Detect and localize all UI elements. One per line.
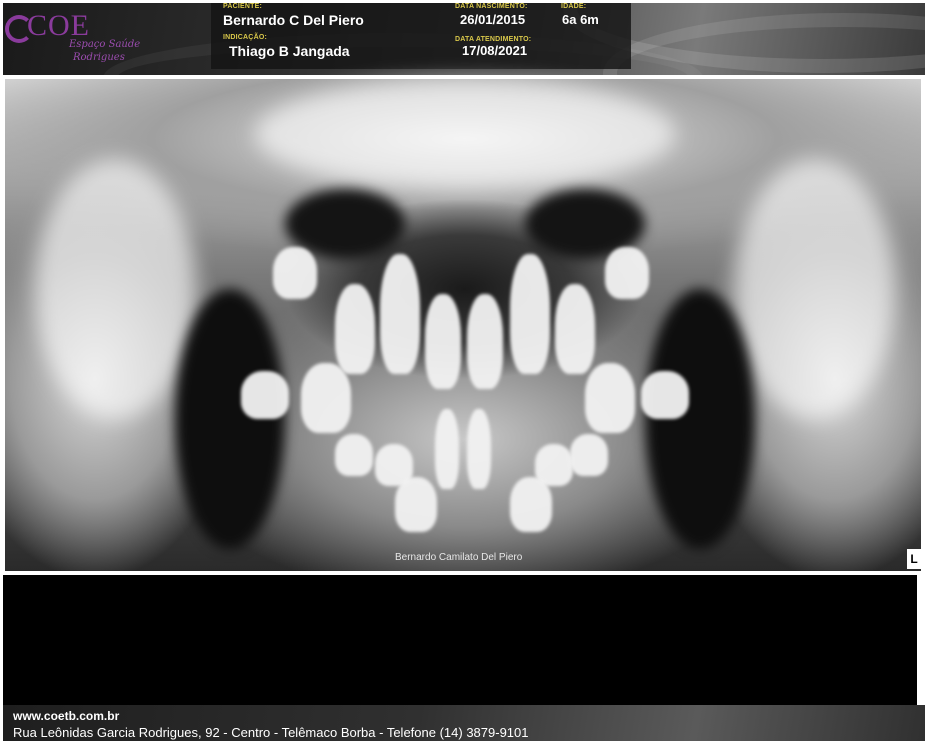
xray-tooth xyxy=(395,477,437,532)
age-label: IDADE: xyxy=(561,3,587,10)
xray-tooth xyxy=(585,363,635,433)
attendance-date: 17/08/2021 xyxy=(462,43,528,58)
clinic-logo: COE Espaço Saúde Rodrigues xyxy=(5,9,155,69)
xray-tooth xyxy=(570,434,608,476)
logo-tagline: Espaço Saúde xyxy=(69,39,141,50)
report-page: COE Espaço Saúde Rodrigues PACIENTE: Ber… xyxy=(0,0,928,741)
xray-tooth xyxy=(641,371,689,419)
logo-tagline-2: Rodrigues xyxy=(73,52,125,63)
xray-condyle-left xyxy=(35,159,195,419)
xray-airway-right xyxy=(645,289,755,549)
xray-tooth xyxy=(241,371,289,419)
xray-maxilla xyxy=(255,79,675,189)
xray-tooth xyxy=(467,294,503,389)
xray-airway-left xyxy=(175,289,285,549)
xray-image: Bernardo Camilato Del Piero L xyxy=(5,79,921,571)
panoramic-xray: Bernardo Camilato Del Piero L xyxy=(3,75,925,575)
birth-date-label: DATA NASCIMENTO: xyxy=(455,3,528,10)
logo-name: COE xyxy=(27,9,90,42)
xray-condyle-right xyxy=(735,159,895,419)
xray-tooth xyxy=(335,434,373,476)
attendance-date-label: DATA ATENDIMENTO: xyxy=(455,36,532,43)
xray-tooth xyxy=(380,254,420,374)
blank-area xyxy=(3,575,917,705)
patient-info-panel: PACIENTE: Bernardo C Del Piero DATA NASC… xyxy=(211,3,631,69)
xray-tooth xyxy=(605,247,649,299)
referral-label: INDICAÇÃO: xyxy=(223,34,267,41)
xray-tooth xyxy=(301,363,351,433)
xray-tooth xyxy=(435,409,459,489)
xray-tooth xyxy=(510,254,550,374)
referral-name: Thiago B Jangada xyxy=(229,43,350,59)
xray-tooth xyxy=(425,294,461,389)
clinic-website: www.coetb.com.br xyxy=(13,709,120,723)
report-header: COE Espaço Saúde Rodrigues PACIENTE: Ber… xyxy=(3,3,925,75)
xray-tooth xyxy=(273,247,317,299)
xray-side-marker: L xyxy=(907,549,921,569)
xray-tooth xyxy=(467,409,491,489)
report-footer: www.coetb.com.br Rua Leônidas Garcia Rod… xyxy=(3,705,925,741)
xray-tooth xyxy=(555,284,595,374)
age: 6a 6m xyxy=(562,12,599,27)
xray-tooth xyxy=(335,284,375,374)
patient-name: Bernardo C Del Piero xyxy=(223,12,364,28)
clinic-address: Rua Leônidas Garcia Rodrigues, 92 - Cent… xyxy=(13,725,529,740)
birth-date: 26/01/2015 xyxy=(460,12,526,27)
xray-patient-caption: Bernardo Camilato Del Piero xyxy=(395,552,523,563)
patient-label: PACIENTE: xyxy=(223,3,263,10)
xray-tooth xyxy=(510,477,552,532)
